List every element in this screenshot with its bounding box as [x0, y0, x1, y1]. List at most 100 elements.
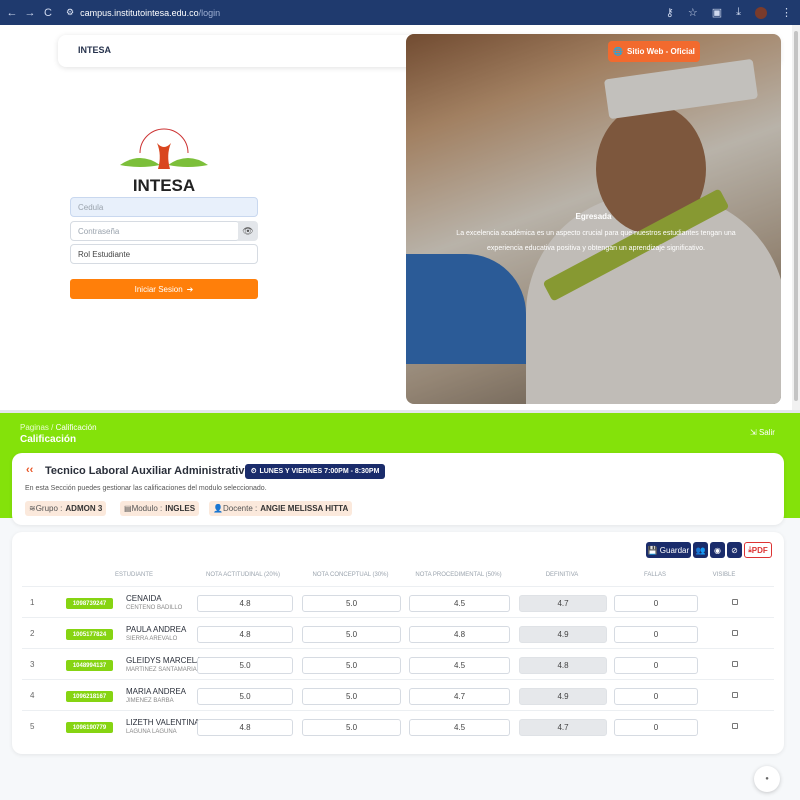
students-button[interactable]: 👥	[693, 542, 708, 558]
hero-text: La excelencia académica es un aspecto cr…	[456, 230, 736, 252]
header-estudiante: ESTUDIANTE	[114, 572, 153, 578]
grade-procedimental-input[interactable]: 4.8	[409, 626, 510, 643]
back-icon[interactable]: ←	[6, 7, 18, 19]
hero-image: Egresada La excelencia académica es un a…	[406, 34, 781, 404]
back-chevrons-icon[interactable]: ‹‹	[26, 464, 33, 476]
fallas-input[interactable]: 0	[614, 719, 698, 736]
logo-wordmark: INTESA	[133, 176, 195, 195]
student-name: LIZETH VALENTINA	[126, 718, 200, 727]
browser-toolbar: ← → C ⚙ campus.institutointesa.edu.co/lo…	[0, 0, 800, 25]
menu-icon[interactable]: ⋮	[781, 6, 792, 19]
logout-link[interactable]: ⇲ Salir	[750, 428, 775, 437]
sitio-web-button[interactable]: 🌐 Sitio Web - Oficial	[608, 41, 700, 62]
visible-checkbox[interactable]	[732, 599, 738, 605]
grade-conceptual-input[interactable]: 5.0	[302, 657, 401, 674]
student-id-badge: 1005177824	[66, 629, 113, 640]
student-id-badge: 1048994137	[66, 660, 113, 671]
group-chip: ≋ Grupo : ADMON 3	[25, 501, 107, 516]
users-icon: 👥	[695, 545, 706, 555]
grade-actitudinal-input[interactable]: 4.8	[197, 719, 293, 736]
page-title: Calificación	[20, 434, 77, 445]
cedula-field[interactable]: Cedula	[70, 197, 258, 217]
save-button[interactable]: 💾 Guardar	[646, 542, 691, 558]
login-button[interactable]: Iniciar Sesion ➔	[70, 279, 258, 299]
row-number: 4	[30, 691, 35, 700]
grade-procedimental-input[interactable]: 4.5	[409, 595, 510, 612]
student-surname: LAGUNA LAGUNA	[126, 729, 177, 735]
forward-icon[interactable]: →	[24, 7, 36, 19]
course-description: En esta Sección puedes gestionar las cal…	[25, 485, 267, 492]
header-visible: VISIBLE	[712, 572, 736, 578]
fallas-input[interactable]: 0	[614, 595, 698, 612]
extensions-icon[interactable]: ▣	[712, 6, 722, 19]
grade-definitiva: 4.7	[519, 719, 607, 736]
grade-actitudinal-input[interactable]: 4.8	[197, 626, 293, 643]
grade-conceptual-input[interactable]: 5.0	[302, 719, 401, 736]
header-procedimental: NOTA PROCEDIMENTAL (50%)	[415, 572, 502, 578]
grades-page: Paginas / Calificación Calificación ⇲ Sa…	[0, 413, 800, 800]
profile-avatar[interactable]	[755, 6, 767, 19]
grade-actitudinal-input[interactable]: 5.0	[197, 657, 293, 674]
download-icon[interactable]: ⤓	[736, 6, 741, 19]
role-select[interactable]: Rol Estudiante	[70, 244, 258, 264]
group-value: ADMON 3	[65, 504, 103, 513]
save-icon: 💾	[647, 545, 658, 555]
breadcrumb-current: Calificación	[55, 423, 97, 432]
address-bar[interactable]: ⚙ campus.institutointesa.edu.co/login	[66, 7, 220, 18]
show-all-button[interactable]: ◉	[710, 542, 725, 558]
schedule-badge: ⏲ LUNES Y VIERNES 7:00PM - 8:30PM	[245, 464, 386, 479]
url-host: campus.institutointesa.edu.co	[80, 7, 199, 18]
password-key-icon[interactable]: ⚷	[666, 6, 674, 19]
student-id-badge: 1098739247	[66, 598, 113, 609]
table-row: 4 1096218167 MARIA ANDREA JIMENEZ BARBA …	[22, 679, 774, 710]
grade-conceptual-input[interactable]: 5.0	[302, 626, 401, 643]
pdf-button[interactable]: ⤓ PDF	[744, 542, 772, 558]
grade-conceptual-input[interactable]: 5.0	[302, 595, 401, 612]
navbar-brand[interactable]: INTESA	[78, 45, 111, 55]
scroll-up-button[interactable]: ●	[754, 766, 780, 792]
breadcrumb: Paginas / Calificación	[20, 423, 97, 432]
student-surname: SIERRA AREVALO	[126, 636, 178, 642]
fallas-input[interactable]: 0	[614, 626, 698, 643]
grade-procedimental-input[interactable]: 4.7	[409, 688, 510, 705]
eye-icon: ◉	[714, 545, 721, 555]
reload-icon[interactable]: C	[42, 7, 54, 19]
visible-checkbox[interactable]	[732, 692, 738, 698]
visible-checkbox[interactable]	[732, 630, 738, 636]
grade-conceptual-input[interactable]: 5.0	[302, 688, 401, 705]
clock-icon: ⏲	[251, 467, 257, 475]
row-number: 3	[30, 660, 35, 669]
student-id-badge: 1096218167	[66, 691, 113, 702]
scrollbar-thumb[interactable]	[794, 31, 798, 401]
grades-card: 💾 Guardar 👥 ◉ ⊘ ⤓ PDF ESTUDIANTE NOTA ACTI…	[12, 532, 784, 754]
grade-actitudinal-input[interactable]: 5.0	[197, 688, 293, 705]
password-field[interactable]: Contraseña	[70, 221, 240, 241]
student-name: CENAIDA	[126, 594, 162, 603]
header-actitudinal: NOTA ACTITUDINAL (20%)	[205, 572, 280, 578]
fallas-input[interactable]: 0	[614, 688, 698, 705]
intesa-logo: INTESA	[120, 128, 208, 195]
sitio-web-label: Sitio Web - Oficial	[627, 47, 695, 56]
dot-icon: ●	[765, 776, 769, 782]
login-button-label: Iniciar Sesion	[134, 284, 183, 294]
site-settings-icon[interactable]: ⚙	[66, 7, 74, 18]
student-name: MARIA ANDREA	[126, 687, 187, 696]
toggle-password-eye-icon[interactable]: 👁	[238, 221, 258, 241]
module-chip: ▤ Modulo : INGLES	[120, 501, 200, 516]
grade-actitudinal-input[interactable]: 4.8	[197, 595, 293, 612]
breadcrumb-root[interactable]: Paginas	[20, 423, 49, 432]
grade-procedimental-input[interactable]: 4.5	[409, 719, 510, 736]
bookmark-star-icon[interactable]: ☆	[688, 6, 698, 19]
grade-definitiva: 4.7	[519, 595, 607, 612]
header-conceptual: NOTA CONCEPTUAL (30%)	[312, 572, 389, 578]
grade-procedimental-input[interactable]: 4.5	[409, 657, 510, 674]
hide-all-button[interactable]: ⊘	[727, 542, 742, 558]
page-scrollbar[interactable]	[792, 25, 800, 410]
student-surname: CENTENO BADILLO	[126, 605, 183, 611]
course-card: ‹‹ Tecnico Laboral Auxiliar Administrati…	[12, 453, 784, 525]
fallas-input[interactable]: 0	[614, 657, 698, 674]
visible-checkbox[interactable]	[732, 661, 738, 667]
sign-in-icon: ➔	[186, 284, 194, 294]
login-page: INTESA Egresada La excelencia académica …	[0, 25, 800, 410]
visible-checkbox[interactable]	[732, 723, 738, 729]
